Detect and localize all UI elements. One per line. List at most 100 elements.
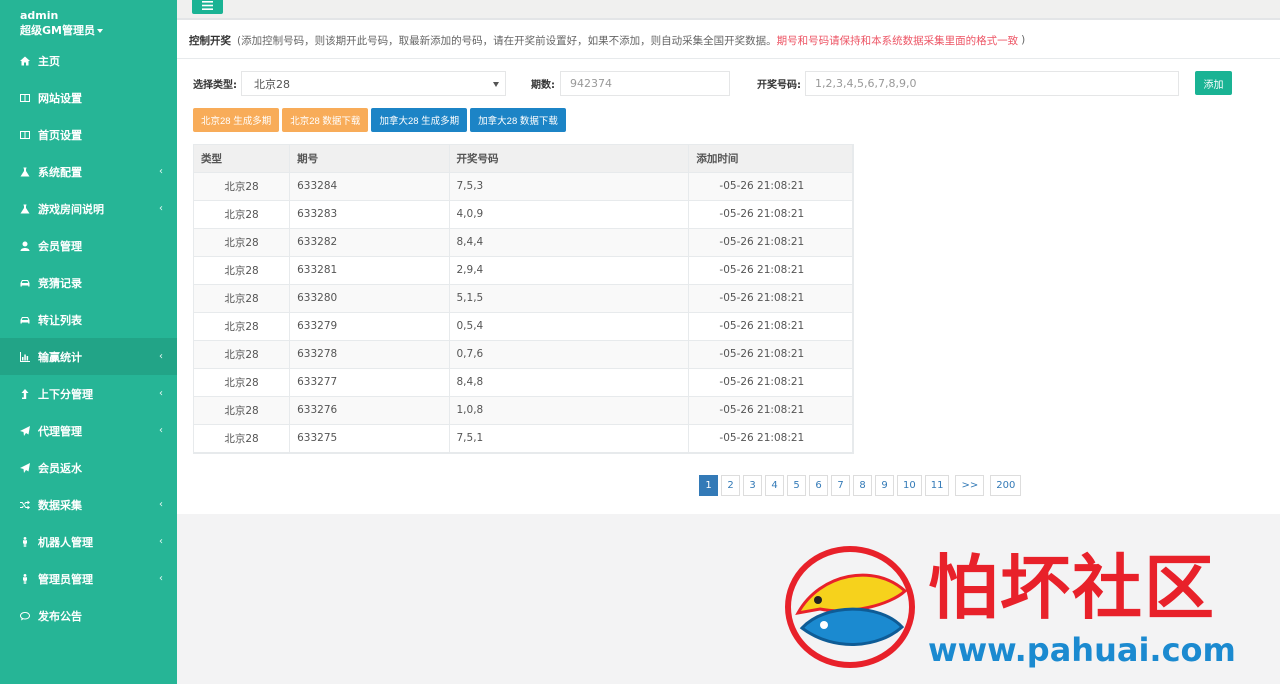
- cell-type: 北京28: [194, 368, 291, 397]
- chevron-left-icon: ‹: [159, 425, 163, 436]
- cell-numbers: 8,4,8: [449, 368, 690, 397]
- level-up-icon: [20, 388, 30, 399]
- numbers-input[interactable]: [805, 71, 1179, 96]
- cell-time: -05-26 21:08:21: [688, 368, 853, 397]
- sidebar-item-9[interactable]: 上下分管理 ‹: [0, 375, 177, 412]
- male-icon: [20, 573, 30, 584]
- table-row: 北京28 633281 2,9,4 -05-26 21:08:21: [194, 256, 853, 285]
- chevron-left-icon: ‹: [159, 499, 163, 510]
- issue-label: 期数:: [531, 80, 555, 91]
- table-row: 北京28 633278 0,7,6 -05-26 21:08:21: [194, 340, 853, 369]
- last-page-button[interactable]: 200: [990, 475, 1022, 496]
- chart-icon: [20, 351, 30, 362]
- bj28-download-button[interactable]: 北京28 数据下载: [282, 108, 369, 132]
- sidebar-item-6[interactable]: 竞猜记录: [0, 264, 177, 301]
- fish-logo-icon: [785, 546, 915, 668]
- user-top-text: [20, 0, 157, 6]
- sidebar-item-5[interactable]: 会员管理: [0, 227, 177, 264]
- page-4-button[interactable]: 4: [765, 475, 784, 496]
- type-select[interactable]: 北京28: [241, 71, 506, 96]
- cell-issue: 633283: [289, 200, 450, 229]
- sidebar-item-4[interactable]: 游戏房间说明 ‹: [0, 190, 177, 227]
- paper-plane-icon: [20, 462, 30, 473]
- columns-icon: [20, 130, 30, 140]
- col-header-type: 类型: [194, 145, 291, 173]
- user-name: admin: [20, 9, 59, 22]
- watermark-url: www.pahuai.com: [928, 631, 1236, 669]
- add-button[interactable]: 添加: [1195, 71, 1232, 95]
- cell-numbers: 8,4,4: [449, 228, 690, 257]
- bj28-generate-button[interactable]: 北京28 生成多期: [193, 108, 280, 132]
- page-2-button[interactable]: 2: [721, 475, 740, 496]
- col-header-numbers: 开奖号码: [449, 145, 690, 173]
- sidebar-item-label: 发布公告: [38, 609, 82, 623]
- page-11-button[interactable]: 11: [924, 475, 950, 496]
- control-form: 选择类型: 北京28 期数: 开奖号码: 添加: [177, 71, 1280, 96]
- cell-issue: 633284: [289, 172, 450, 201]
- col-header-time: 添加时间: [688, 145, 853, 173]
- cell-issue: 633280: [289, 284, 450, 313]
- chevron-left-icon: ‹: [159, 166, 163, 177]
- header-warning: 期号和号码请保持和本系统数据采集里面的格式一致: [776, 34, 1019, 47]
- sidebar-item-label: 系统配置: [38, 165, 82, 179]
- sidebar-item-13[interactable]: 机器人管理 ‹: [0, 523, 177, 560]
- page-7-button[interactable]: 7: [831, 475, 850, 496]
- user-role-label: 超级GM管理员: [20, 24, 95, 37]
- cell-issue: 633277: [289, 368, 450, 397]
- next-page-button[interactable]: >>: [955, 475, 985, 496]
- sidebar-item-8[interactable]: 输赢统计 ‹: [0, 338, 177, 375]
- sidebar-item-12[interactable]: 数据采集 ‹: [0, 486, 177, 523]
- paper-plane-icon: [20, 425, 30, 436]
- sidebar-item-11[interactable]: 会员返水: [0, 449, 177, 486]
- sidebar-item-label: 代理管理: [38, 424, 82, 438]
- cell-time: -05-26 21:08:21: [688, 172, 853, 201]
- page-1-button[interactable]: 1: [699, 475, 718, 496]
- cell-issue: 633276: [289, 396, 450, 425]
- page-5-button[interactable]: 5: [787, 475, 806, 496]
- sidebar-item-3[interactable]: 系统配置 ‹: [0, 153, 177, 190]
- sidebar-item-2[interactable]: 首页设置: [0, 116, 177, 153]
- issue-input[interactable]: [560, 71, 730, 96]
- car-icon: [20, 278, 30, 288]
- table-row: 北京28 633280 5,1,5 -05-26 21:08:21: [194, 284, 853, 313]
- table-header-row: 类型 期号 开奖号码 添加时间: [194, 145, 853, 173]
- sidebar-item-0[interactable]: 主页: [0, 42, 177, 79]
- top-navbar: [177, 0, 1280, 20]
- sidebar-item-10[interactable]: 代理管理 ‹: [0, 412, 177, 449]
- cell-type: 北京28: [194, 396, 291, 425]
- cell-type: 北京28: [194, 172, 291, 201]
- sidebar-toggle-button[interactable]: [192, 0, 223, 14]
- sidebar-item-14[interactable]: 管理员管理 ‹: [0, 560, 177, 597]
- sidebar-item-label: 竞猜记录: [38, 276, 82, 290]
- sidebar-item-1[interactable]: 网站设置: [0, 79, 177, 116]
- page-6-button[interactable]: 6: [809, 475, 828, 496]
- sidebar-item-label: 主页: [38, 54, 60, 68]
- sidebar-item-label: 会员管理: [38, 239, 82, 253]
- ca28-generate-button[interactable]: 加拿大28 生成多期: [371, 108, 468, 132]
- numbers-label: 开奖号码:: [757, 80, 801, 91]
- sidebar-item-7[interactable]: 转让列表: [0, 301, 177, 338]
- table-row: 北京28 633284 7,5,3 -05-26 21:08:21: [194, 172, 853, 201]
- bars-icon: [202, 0, 213, 10]
- cell-type: 北京28: [194, 256, 291, 285]
- sidebar: admin 超级GM管理员 主页网站设置首页设置系统配置 ‹ 游戏房间说明 ‹ 会员管理…: [0, 0, 177, 684]
- user-role-dropdown[interactable]: 超级GM管理员: [20, 23, 157, 39]
- pagination: 1 2 3 4 5 6 7 8 9 10 11 >> 200: [699, 475, 1024, 497]
- ca28-download-button[interactable]: 加拿大28 数据下载: [470, 108, 566, 132]
- page-10-button[interactable]: 10: [897, 475, 922, 496]
- sidebar-item-label: 网站设置: [38, 91, 82, 105]
- cell-time: -05-26 21:08:21: [688, 200, 853, 229]
- page-9-button[interactable]: 9: [875, 475, 894, 496]
- sidebar-item-label: 管理员管理: [38, 572, 93, 586]
- cell-type: 北京28: [194, 228, 291, 257]
- cell-time: -05-26 21:08:21: [688, 312, 853, 341]
- user-icon: [20, 241, 30, 251]
- sidebar-item-label: 输赢统计: [38, 350, 82, 364]
- sidebar-item-15[interactable]: 发布公告: [0, 597, 177, 634]
- flask-icon: [20, 204, 30, 214]
- cell-type: 北京28: [194, 340, 291, 369]
- columns-icon: [20, 93, 30, 103]
- page-8-button[interactable]: 8: [853, 475, 872, 496]
- page-3-button[interactable]: 3: [743, 475, 762, 496]
- panel-header: 控制开奖 (添加控制号码，则该期开此号码，取最新添加的号码，请在开奖前设置好，如…: [177, 22, 1280, 59]
